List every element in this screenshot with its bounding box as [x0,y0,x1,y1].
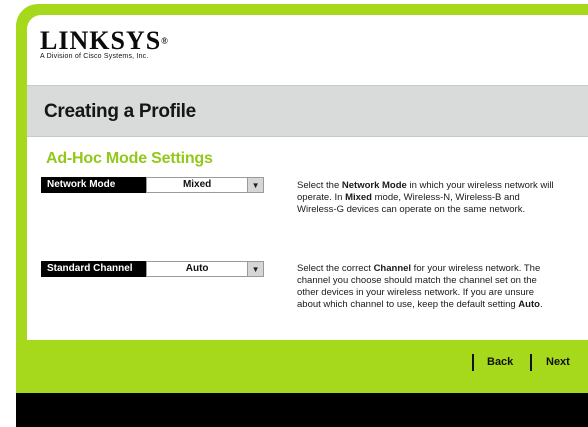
standard-channel-description: Select the correct Channel for your wire… [297,263,555,311]
content-panel: LINKSYS® A Division of Cisco Systems, In… [27,15,588,340]
divider [472,354,474,371]
desc-text: . [539,299,543,310]
wizard-window: LINKSYS® A Division of Cisco Systems, In… [0,0,588,427]
footer-strip [16,379,588,393]
next-button[interactable]: Next [546,356,570,368]
standard-channel-select[interactable]: Auto ▼ [146,261,264,277]
standard-channel-value: Auto [185,263,209,274]
back-button[interactable]: Back [487,356,513,368]
desc-bold: Channel [373,263,412,274]
page-title: Creating a Profile [44,101,196,122]
section-title: Ad-Hoc Mode Settings [46,150,213,167]
network-mode-row: Network Mode Mixed ▼ [41,177,264,193]
desc-bold: Mixed [345,192,372,203]
dropdown-arrow-icon[interactable]: ▼ [247,178,263,192]
network-mode-select[interactable]: Mixed ▼ [146,177,264,193]
desc-text: Select the [297,180,342,191]
desc-text: Select the correct [297,263,374,274]
registered-icon: ® [161,36,169,46]
standard-channel-label: Standard Channel [41,261,146,277]
dropdown-arrow-icon[interactable]: ▼ [247,262,263,276]
desc-bold: Auto [518,299,540,310]
linksys-logo: LINKSYS® A Division of Cisco Systems, In… [40,26,169,61]
standard-channel-row: Standard Channel Auto ▼ [41,261,264,277]
network-mode-label: Network Mode [41,177,146,193]
network-mode-value: Mixed [182,179,212,190]
footer-nav: Back Next [16,344,588,379]
logo-wordmark: LINKSYS [40,26,162,55]
title-band: Creating a Profile [27,85,588,137]
network-mode-description: Select the Network Mode in which your wi… [297,180,555,216]
divider [530,354,532,371]
desc-bold: Network Mode [341,180,407,191]
bottom-black-bar [16,393,588,427]
